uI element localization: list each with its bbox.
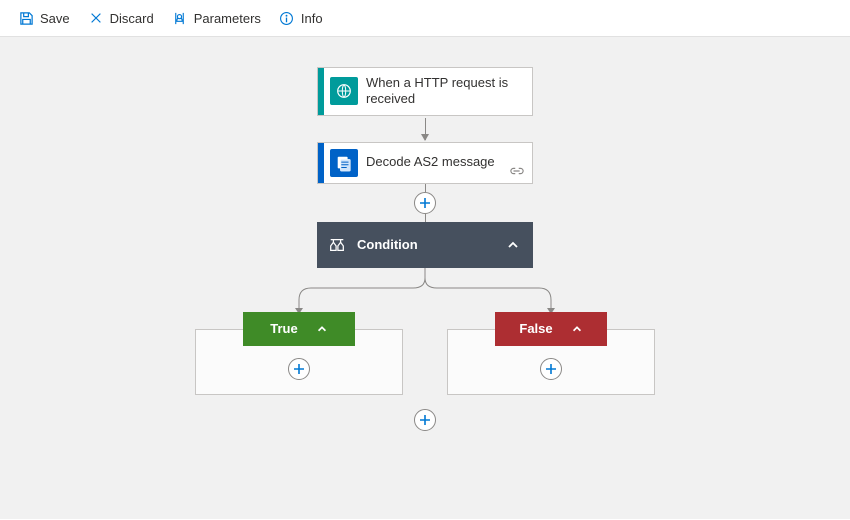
as2-icon (330, 149, 358, 177)
connector-line (425, 184, 426, 192)
designer-canvas[interactable]: When a HTTP request is received Decode A… (0, 37, 850, 519)
branch-header-false[interactable]: False (495, 312, 607, 346)
chevron-up-icon (493, 238, 533, 252)
connection-link-icon (510, 164, 524, 179)
add-action-false-button[interactable] (540, 358, 562, 380)
connector-arrow (425, 118, 426, 140)
add-step-after-condition-button[interactable] (414, 409, 436, 431)
connector-line (425, 214, 426, 222)
card-accent (318, 143, 324, 183)
http-request-icon (330, 77, 358, 105)
discard-label: Discard (110, 11, 154, 26)
toolbar: Save Discard Parameters Info (0, 0, 850, 37)
chevron-up-icon (571, 323, 583, 335)
close-icon (88, 10, 104, 26)
info-button[interactable]: Info (271, 6, 331, 30)
branch-true: True (195, 312, 403, 395)
save-button[interactable]: Save (10, 6, 78, 30)
info-icon (279, 10, 295, 26)
card-accent (318, 68, 324, 115)
branch-false-label: False (519, 321, 552, 336)
save-label: Save (40, 11, 70, 26)
parameters-icon (172, 10, 188, 26)
trigger-card-http-request[interactable]: When a HTTP request is received (317, 67, 533, 116)
add-step-button[interactable] (414, 192, 436, 214)
branch-container: True False (195, 268, 655, 395)
decode-as2-title: Decode AS2 message (366, 147, 532, 177)
trigger-title: When a HTTP request is received (366, 68, 532, 115)
branch-true-label: True (270, 321, 297, 336)
branch-header-true[interactable]: True (243, 312, 355, 346)
add-action-true-button[interactable] (288, 358, 310, 380)
branch-false: False (447, 312, 655, 395)
condition-title: Condition (357, 237, 493, 252)
action-card-decode-as2[interactable]: Decode AS2 message (317, 142, 533, 184)
discard-button[interactable]: Discard (80, 6, 162, 30)
condition-card[interactable]: Condition (317, 222, 533, 268)
parameters-label: Parameters (194, 11, 261, 26)
info-label: Info (301, 11, 323, 26)
branch-connectors (195, 268, 655, 312)
save-icon (18, 10, 34, 26)
chevron-up-icon (316, 323, 328, 335)
condition-icon (317, 236, 357, 254)
parameters-button[interactable]: Parameters (164, 6, 269, 30)
